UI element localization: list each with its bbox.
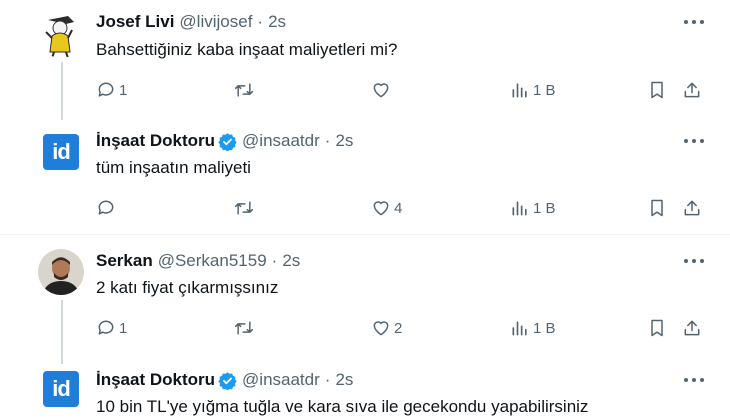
avatar[interactable]: [38, 249, 84, 295]
more-icon[interactable]: [684, 258, 704, 264]
retweet-icon: [234, 201, 254, 215]
share-button[interactable]: [682, 78, 702, 102]
author-handle[interactable]: @insaatdr: [242, 131, 320, 151]
tweet-actions: 1 1 B: [0, 78, 730, 102]
like-button[interactable]: [371, 78, 394, 102]
author-name[interactable]: İnşaat Doktoru: [96, 131, 215, 151]
tweet[interactable]: id İnşaat Doktoru @insaatdr · 2s tüm inş…: [0, 120, 730, 234]
share-icon: [684, 200, 700, 216]
views-button[interactable]: 1 B: [510, 78, 556, 102]
avatar-logo-text: id: [52, 139, 71, 164]
separator-dot: ·: [271, 251, 278, 270]
tweet-text: 2 katı fiyat çıkarmışsınız: [96, 278, 279, 297]
reply-icon: [98, 320, 114, 335]
share-icon: [684, 320, 700, 336]
reply-icon: [98, 200, 114, 215]
author-name[interactable]: Josef Livi: [96, 12, 174, 32]
timestamp[interactable]: 2s: [335, 131, 353, 151]
views-count: 1 B: [533, 319, 556, 337]
tweet-text: Bahsettiğiniz kaba inşaat maliyetleri mi…: [96, 40, 398, 59]
tweet-actions: 1 2 1 B: [0, 316, 730, 340]
avatar-illustration: [38, 12, 84, 58]
bookmark-button[interactable]: [648, 196, 666, 220]
timestamp[interactable]: 2s: [282, 251, 300, 271]
avatar[interactable]: id: [43, 134, 79, 170]
bookmark-button[interactable]: [648, 316, 666, 340]
author-name[interactable]: Serkan: [96, 251, 153, 271]
like-icon: [373, 201, 389, 216]
reply-count: 1: [119, 319, 128, 337]
bookmark-icon: [651, 199, 663, 217]
timestamp[interactable]: 2s: [268, 12, 286, 32]
avatar[interactable]: [38, 12, 84, 58]
reply-button[interactable]: [96, 196, 119, 220]
separator-dot: ·: [257, 12, 264, 31]
timestamp[interactable]: 2s: [335, 370, 353, 390]
separator-dot: ·: [324, 131, 331, 150]
reply-button[interactable]: 1: [96, 78, 127, 102]
retweet-button[interactable]: [233, 196, 255, 220]
views-icon: [512, 201, 527, 216]
reply-button[interactable]: 1: [96, 316, 127, 340]
tweet-text: tüm inşaatın maliyeti: [96, 158, 251, 177]
tweet[interactable]: Serkan @Serkan5159 · 2s 2 katı fiyat çık…: [0, 235, 730, 355]
author-handle[interactable]: @insaatdr: [242, 370, 320, 390]
author-handle[interactable]: @Serkan5159: [158, 251, 267, 271]
reply-icon: [98, 82, 114, 97]
retweet-icon: [234, 321, 254, 335]
retweet-button[interactable]: [233, 78, 255, 102]
views-count: 1 B: [533, 81, 556, 99]
more-icon[interactable]: [684, 377, 704, 383]
share-button[interactable]: [682, 316, 702, 340]
retweet-button[interactable]: [233, 316, 255, 340]
author-handle[interactable]: @livijosef: [179, 12, 252, 32]
reply-count: 1: [119, 81, 128, 99]
views-icon: [512, 83, 527, 98]
like-icon: [373, 83, 389, 98]
tweet[interactable]: id İnşaat Doktoru @insaatdr · 2s 10 bin …: [0, 355, 730, 420]
more-icon[interactable]: [684, 138, 704, 144]
retweet-icon: [234, 83, 254, 97]
tweet-actions: 4 1 B: [0, 196, 730, 220]
tweet-text: 10 bin TL'ye yığma tuğla ve kara sıva il…: [96, 397, 589, 416]
bookmark-icon: [651, 81, 663, 99]
views-icon: [512, 321, 527, 336]
share-icon: [684, 82, 700, 98]
avatar-photo: [38, 249, 84, 295]
verified-badge-icon: [218, 132, 237, 151]
views-count: 1 B: [533, 199, 556, 217]
tweet[interactable]: Josef Livi @livijosef · 2s Bahsettiğiniz…: [0, 0, 730, 120]
share-button[interactable]: [682, 196, 702, 220]
author-name[interactable]: İnşaat Doktoru: [96, 370, 215, 390]
verified-badge-icon: [218, 371, 237, 390]
views-button[interactable]: 1 B: [510, 196, 556, 220]
avatar[interactable]: id: [43, 371, 79, 407]
like-icon: [373, 321, 389, 336]
like-count: 4: [394, 199, 403, 217]
more-icon[interactable]: [684, 19, 704, 25]
like-count: 2: [394, 319, 403, 337]
like-button[interactable]: 4: [371, 196, 402, 220]
like-button[interactable]: 2: [371, 316, 402, 340]
bookmark-button[interactable]: [648, 78, 666, 102]
views-button[interactable]: 1 B: [510, 316, 556, 340]
separator-dot: ·: [324, 370, 331, 389]
bookmark-icon: [651, 319, 663, 337]
avatar-logo-text: id: [52, 376, 71, 401]
